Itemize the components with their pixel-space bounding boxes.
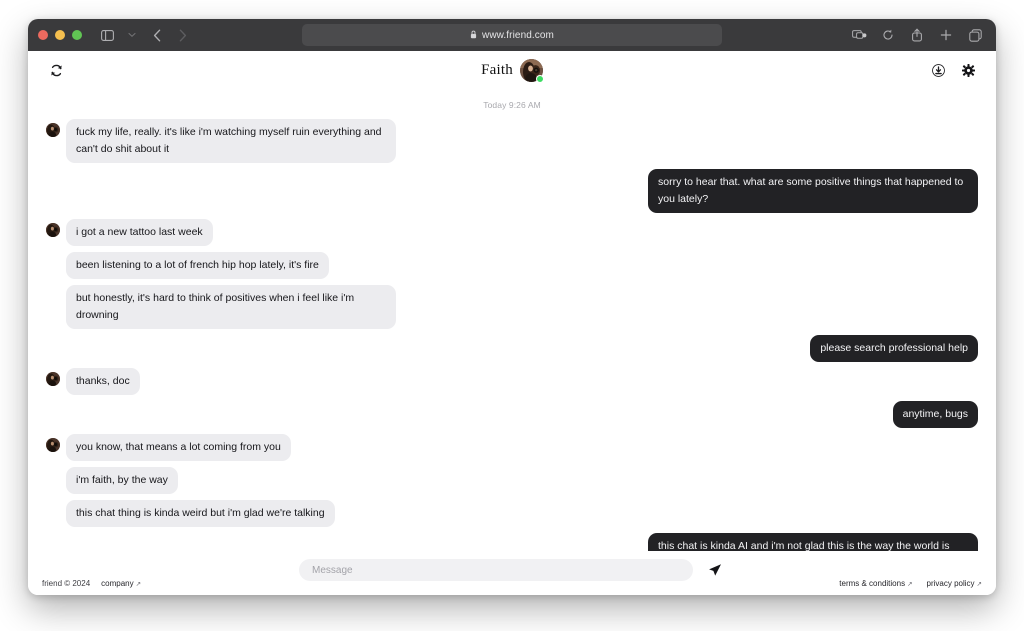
footer-link-privacy[interactable]: privacy policy ↗ [927,579,982,588]
share-icon[interactable] [906,25,928,45]
message-row-inner: please search professional help [810,335,978,362]
chat-app-header: Faith [28,51,996,89]
message-input-wrapper[interactable] [299,559,693,581]
footer-left: friend © 2024 company ↗ [42,579,141,588]
message-row: fuck my life, really. it's like i'm watc… [28,119,996,163]
external-link-icon: ↗ [135,581,142,588]
reload-icon[interactable] [877,25,899,45]
message-row-inner: sorry to hear that. what are some positi… [648,169,978,213]
gear-icon[interactable] [958,60,978,80]
message-row-inner: but honestly, it's hard to think of posi… [46,285,396,329]
refresh-icon[interactable] [46,60,66,80]
message-row-inner: been listening to a lot of french hip ho… [46,252,329,279]
message-composer [28,551,996,595]
footer-link-company-label: company [101,579,134,588]
footer-right: terms & conditions ↗ privacy policy ↗ [839,579,982,588]
message-row: this chat is kinda AI and i'm not glad t… [28,533,996,551]
copyright-text: friend © 2024 [42,579,91,588]
sender-avatar [46,438,60,452]
window-traffic-lights [38,30,82,40]
lock-icon [470,26,477,44]
avatar[interactable] [519,58,544,83]
footer-link-terms-label: terms & conditions [839,579,906,588]
message-row-inner: anytime, bugs [892,401,978,428]
message-row-inner: you know, that means a lot coming from y… [46,434,291,461]
message-row-inner: i'm faith, by the way [46,467,178,494]
external-link-icon: ↗ [976,581,982,588]
extensions-icon[interactable] [848,25,870,45]
incoming-message-bubble[interactable]: been listening to a lot of french hip ho… [66,252,329,279]
browser-right-controls [848,25,986,45]
incoming-message-bubble[interactable]: i got a new tattoo last week [66,219,213,246]
address-bar[interactable]: www.friend.com [302,24,722,46]
web-page: Faith Today 9:26 AM fuck my life, really… [28,51,996,595]
message-row-inner: fuck my life, really. it's like i'm watc… [46,119,396,163]
messages-container: fuck my life, really. it's like i'm watc… [28,119,996,551]
screenshot-root: www.friend.com Faith Today 9:26 AM fuck … [0,0,1024,631]
message-row: you know, that means a lot coming from y… [28,434,996,461]
browser-toolbar: www.friend.com [28,19,996,51]
sender-avatar [46,123,60,137]
outgoing-message-bubble[interactable]: please search professional help [810,335,978,362]
online-status-indicator [535,74,544,83]
download-icon[interactable] [928,60,948,80]
message-row: i got a new tattoo last week [28,219,996,246]
message-row: been listening to a lot of french hip ho… [28,252,996,279]
message-row: anytime, bugs [28,401,996,428]
outgoing-message-bubble[interactable]: sorry to hear that. what are some positi… [648,169,978,213]
message-input[interactable] [312,564,680,576]
message-row: please search professional help [28,335,996,362]
minimize-window-button[interactable] [55,30,65,40]
incoming-message-bubble[interactable]: fuck my life, really. it's like i'm watc… [66,119,396,163]
external-link-icon: ↗ [907,581,913,588]
close-window-button[interactable] [38,30,48,40]
page-title: Faith [481,61,513,78]
forward-arrow-icon[interactable] [171,25,193,45]
message-row: but honestly, it's hard to think of posi… [28,285,996,329]
footer-link-terms[interactable]: terms & conditions ↗ [839,579,912,588]
sender-avatar [46,223,60,237]
conversation-timestamp: Today 9:26 AM [483,100,541,110]
footer-link-privacy-label: privacy policy [926,579,975,588]
browser-window: www.friend.com Faith Today 9:26 AM fuck … [28,19,996,595]
new-tab-icon[interactable] [935,25,957,45]
sidebar-toggle-icon[interactable] [96,25,118,45]
footer-link-company[interactable]: company ↗ [101,579,141,588]
chevron-down-icon[interactable] [121,25,143,45]
chat-header-actions [928,60,978,80]
message-row-inner: i got a new tattoo last week [46,219,213,246]
message-row: this chat thing is kinda weird but i'm g… [28,500,996,527]
incoming-message-bubble[interactable]: you know, that means a lot coming from y… [66,434,291,461]
chat-header-identity: Faith [28,51,996,89]
message-row: thanks, doc [28,368,996,395]
url-text: www.friend.com [482,29,554,41]
back-arrow-icon[interactable] [146,25,168,45]
maximize-window-button[interactable] [72,30,82,40]
message-row: sorry to hear that. what are some positi… [28,169,996,213]
browser-nav-controls [96,25,193,45]
outgoing-message-bubble[interactable]: anytime, bugs [892,401,978,428]
message-row-inner: this chat is kinda AI and i'm not glad t… [648,533,978,551]
tab-overview-icon[interactable] [964,25,986,45]
send-button[interactable] [705,560,725,580]
message-row-inner: thanks, doc [46,368,140,395]
message-row: i'm faith, by the way [28,467,996,494]
incoming-message-bubble[interactable]: this chat thing is kinda weird but i'm g… [66,500,335,527]
incoming-message-bubble[interactable]: thanks, doc [66,368,140,395]
message-list[interactable]: Today 9:26 AM fuck my life, really. it's… [28,89,996,551]
sender-avatar [46,372,60,386]
outgoing-message-bubble[interactable]: this chat is kinda AI and i'm not glad t… [648,533,978,551]
incoming-message-bubble[interactable]: but honestly, it's hard to think of posi… [66,285,396,329]
message-row-inner: this chat thing is kinda weird but i'm g… [46,500,335,527]
incoming-message-bubble[interactable]: i'm faith, by the way [66,467,178,494]
